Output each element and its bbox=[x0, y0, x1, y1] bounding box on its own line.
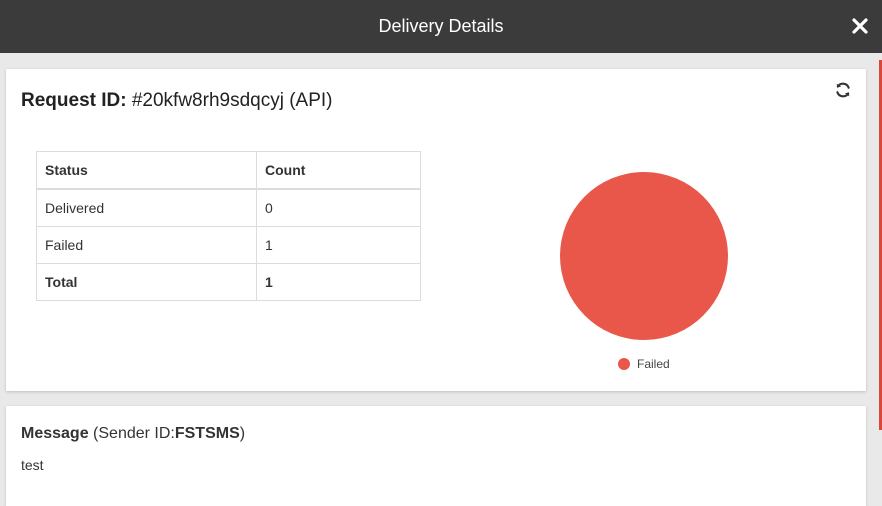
modal-header: Delivery Details bbox=[0, 0, 882, 53]
table-row: Delivered 0 bbox=[36, 188, 421, 227]
message-label: Message bbox=[21, 425, 89, 442]
message-body: test bbox=[21, 457, 44, 473]
request-id-label: Request ID: bbox=[21, 90, 127, 111]
refresh-icon[interactable] bbox=[834, 81, 852, 99]
message-heading: Message (Sender ID:FSTSMS) bbox=[21, 425, 245, 443]
sender-id-value: FSTSMS bbox=[174, 425, 240, 442]
total-label-cell: Total bbox=[36, 263, 257, 301]
table-total-row: Total 1 bbox=[36, 263, 421, 301]
status-cell: Delivered bbox=[36, 188, 257, 227]
table-row: Failed 1 bbox=[36, 226, 421, 264]
count-cell: 0 bbox=[256, 188, 421, 227]
message-card: Message (Sender ID:FSTSMS) test bbox=[6, 406, 866, 506]
request-source: (API) bbox=[289, 90, 333, 111]
legend-swatch-failed bbox=[618, 358, 630, 370]
total-count-cell: 1 bbox=[256, 263, 421, 301]
status-cell: Failed bbox=[36, 226, 257, 264]
close-icon[interactable] bbox=[848, 14, 872, 38]
status-table: Status Count Delivered 0 Failed 1 Total … bbox=[36, 151, 421, 301]
delivery-pie-chart bbox=[560, 172, 728, 340]
column-header-status: Status bbox=[36, 151, 257, 190]
request-id-value: #20kfw8rh9sdqcyj bbox=[131, 90, 284, 111]
sender-id-suffix: ) bbox=[239, 425, 246, 442]
delivery-summary-card: Request ID: #20kfw8rh9sdqcyj (API) Statu… bbox=[6, 69, 866, 391]
pie-slice-failed[interactable] bbox=[560, 172, 728, 340]
count-cell: 1 bbox=[256, 226, 421, 264]
sender-id-prefix: (Sender ID: bbox=[93, 425, 175, 442]
request-id-heading: Request ID: #20kfw8rh9sdqcyj (API) bbox=[21, 90, 333, 112]
modal-title: Delivery Details bbox=[378, 16, 504, 36]
chart-legend[interactable]: Failed bbox=[618, 357, 670, 371]
column-header-count: Count bbox=[256, 151, 421, 190]
table-header-row: Status Count bbox=[36, 151, 421, 190]
legend-label-failed: Failed bbox=[637, 357, 670, 371]
